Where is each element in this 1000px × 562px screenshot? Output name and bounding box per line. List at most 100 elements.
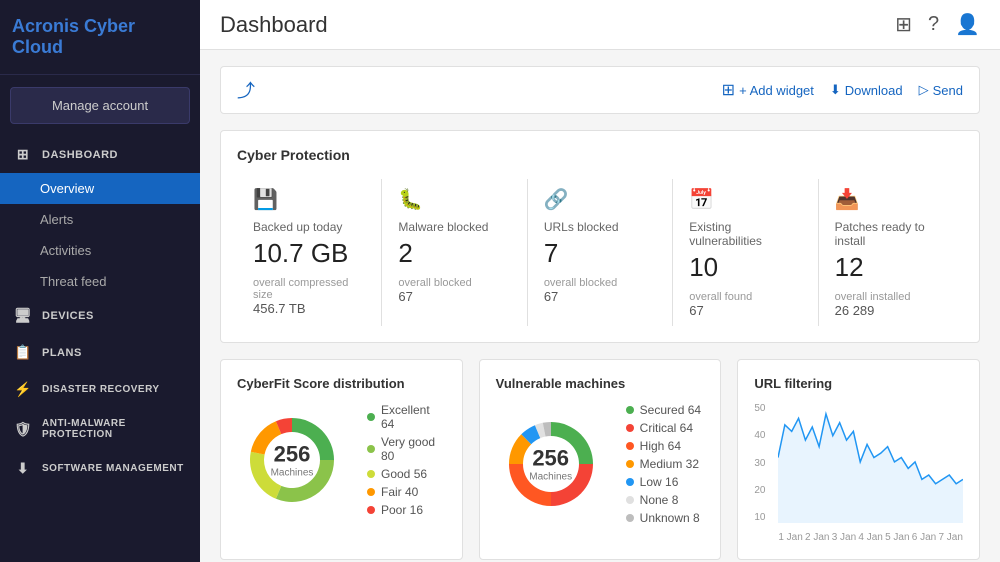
vulnerable-machines-title: Vulnerable machines <box>496 376 705 391</box>
legend-dot <box>626 442 634 450</box>
vulnerable-total-label: Machines <box>529 472 572 483</box>
export-icon[interactable]: ⤴ <box>237 77 255 103</box>
stat-label-2: URLs blocked <box>544 220 656 234</box>
sidebar-item-dashboard[interactable]: ⊞ DASHBOARD <box>0 136 200 173</box>
legend-dot <box>626 496 634 504</box>
add-widget-button[interactable]: ⊞ + Add widget <box>722 80 814 100</box>
stat-icon-1: 🐛 <box>398 187 510 212</box>
stat-icon-2: 🔗 <box>544 187 656 212</box>
cyberfit-donut-container: 256 Machines Excellent 64 Very good 80 G… <box>237 403 446 517</box>
sidebar-item-plans[interactable]: 📋 PLANS <box>0 334 200 371</box>
legend-item: Critical 64 <box>626 421 701 435</box>
legend-item: Poor 16 <box>367 503 446 517</box>
stat-icon-3: 📅 <box>689 187 801 212</box>
legend-label: Medium 32 <box>640 457 699 471</box>
url-filtering-card: URL filtering 5040302010 1 Jan2 Jan3 Jan… <box>737 359 980 560</box>
legend-dot <box>367 470 375 478</box>
legend-item: Very good 80 <box>367 435 446 463</box>
legend-label: Good 56 <box>381 467 427 481</box>
y-label: 40 <box>754 430 774 441</box>
sidebar-item-activities[interactable]: Activities <box>0 235 200 266</box>
legend-label: Fair 40 <box>381 485 418 499</box>
stat-sub-value-0: 456.7 TB <box>253 301 365 316</box>
main-content: Dashboard ⊞ ? 👤 ⤴ ⊞ + Add widget ⬇ Downl… <box>200 0 1000 562</box>
download-icon: ⬇ <box>830 82 841 98</box>
x-label: 3 Jan <box>832 532 856 543</box>
stat-label-1: Malware blocked <box>398 220 510 234</box>
vulnerable-donut-center: 256 Machines <box>529 446 572 483</box>
legend-label: High 64 <box>640 439 681 453</box>
legend-label: Critical 64 <box>640 421 693 435</box>
lower-cards-row: CyberFit Score distribution 256 Machines… <box>220 359 980 560</box>
sidebar-item-software-mgmt[interactable]: ⬇ SOFTWARE MANAGEMENT <box>0 450 200 487</box>
stat-sub-label-4: overall installed <box>835 291 947 303</box>
dashboard-icon: ⊞ <box>14 146 32 163</box>
legend-dot <box>367 413 375 421</box>
sidebar-item-threat-feed[interactable]: Threat feed <box>0 266 200 297</box>
stat-item-0: 💾 Backed up today 10.7 GB overall compre… <box>237 179 382 326</box>
anti-malware-icon: 🛡 <box>14 421 32 438</box>
x-label: 4 Jan <box>858 532 882 543</box>
stat-item-3: 📅 Existing vulnerabilities 10 overall fo… <box>673 179 818 326</box>
stat-sub-label-2: overall blocked <box>544 277 656 289</box>
sidebar-item-disaster-recovery[interactable]: ⚡ DISASTER RECOVERY <box>0 371 200 408</box>
x-label: 1 Jan <box>778 532 802 543</box>
grid-icon[interactable]: ⊞ <box>895 12 912 37</box>
legend-dot <box>367 445 375 453</box>
chart-svg-wrap <box>778 403 963 523</box>
legend-dot <box>626 406 634 414</box>
url-filtering-title: URL filtering <box>754 376 963 391</box>
legend-item: Unknown 8 <box>626 511 701 525</box>
download-label: Download <box>845 83 903 98</box>
y-label: 10 <box>754 512 774 523</box>
download-button[interactable]: ⬇ Download <box>830 82 903 98</box>
legend-label: Very good 80 <box>381 435 446 463</box>
sidebar-item-overview[interactable]: Overview <box>0 173 200 204</box>
cyberfit-total-label: Machines <box>271 468 314 479</box>
legend-dot <box>367 488 375 496</box>
send-label: Send <box>933 83 963 98</box>
sidebar-item-anti-malware[interactable]: 🛡 ANTI-MALWARE PROTECTION <box>0 408 200 450</box>
legend-item: High 64 <box>626 439 701 453</box>
dashboard-label: DASHBOARD <box>42 149 118 161</box>
legend-item: Good 56 <box>367 467 446 481</box>
send-button[interactable]: ▷ Send <box>919 82 963 98</box>
legend-item: Fair 40 <box>367 485 446 499</box>
user-icon[interactable]: 👤 <box>955 12 980 37</box>
plans-label: PLANS <box>42 347 82 359</box>
manage-account-button[interactable]: Manage account <box>10 87 190 124</box>
sidebar-item-devices[interactable]: 🖥 DEVICES <box>0 297 200 334</box>
software-mgmt-icon: ⬇ <box>14 460 32 477</box>
toolbar: ⤴ ⊞ + Add widget ⬇ Download ▷ Send <box>220 66 980 114</box>
legend-label: Poor 16 <box>381 503 423 517</box>
cyber-protection-title: Cyber Protection <box>237 147 963 163</box>
legend-dot <box>626 514 634 522</box>
legend-item: Low 16 <box>626 475 701 489</box>
x-label: 5 Jan <box>885 532 909 543</box>
stat-label-0: Backed up today <box>253 220 365 234</box>
disaster-recovery-label: DISASTER RECOVERY <box>42 384 160 395</box>
y-label: 50 <box>754 403 774 414</box>
y-label: 30 <box>754 458 774 469</box>
stat-item-2: 🔗 URLs blocked 7 overall blocked 67 <box>528 179 673 326</box>
vulnerable-total: 256 <box>529 446 572 472</box>
plans-icon: 📋 <box>14 344 32 361</box>
cyber-protection-card: Cyber Protection 💾 Backed up today 10.7 … <box>220 130 980 343</box>
stat-sub-value-4: 26 289 <box>835 303 947 318</box>
vulnerable-legend: Secured 64 Critical 64 High 64 Medium 32… <box>626 403 701 525</box>
stats-row: 💾 Backed up today 10.7 GB overall compre… <box>237 179 963 326</box>
sidebar-item-alerts[interactable]: Alerts <box>0 204 200 235</box>
add-widget-label: + Add widget <box>739 83 814 98</box>
vulnerable-donut-container: 256 Machines Secured 64 Critical 64 High… <box>496 403 705 525</box>
toolbar-right: ⊞ + Add widget ⬇ Download ▷ Send <box>722 80 963 100</box>
devices-label: DEVICES <box>42 310 94 322</box>
stat-sub-value-3: 67 <box>689 303 801 318</box>
legend-dot <box>626 460 634 468</box>
legend-dot <box>626 478 634 486</box>
dashboard-content: ⤴ ⊞ + Add widget ⬇ Download ▷ Send Cyber… <box>200 50 1000 562</box>
top-bar-icons: ⊞ ? 👤 <box>895 12 980 37</box>
stat-label-4: Patches ready to install <box>835 220 947 248</box>
legend-label: Secured 64 <box>640 403 701 417</box>
x-label: 7 Jan <box>938 532 962 543</box>
help-icon[interactable]: ? <box>928 13 939 36</box>
